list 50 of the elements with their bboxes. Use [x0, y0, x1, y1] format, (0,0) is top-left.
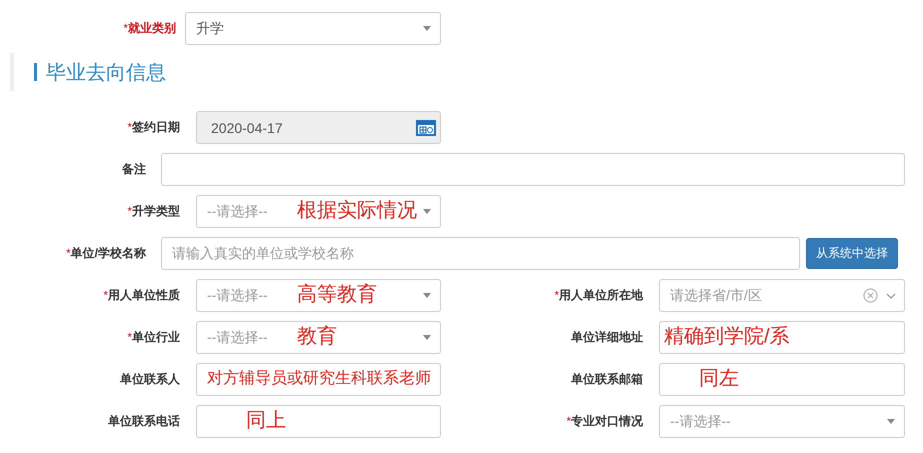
field-label: *就业类别 — [123, 20, 176, 37]
field-label: 单位联系电话 — [108, 413, 180, 430]
select-field[interactable]: --请选择-- — [659, 405, 905, 438]
field-label: *用人单位所在地 — [554, 287, 643, 304]
input-field[interactable]: 同上 — [196, 405, 441, 438]
caret-icon — [423, 293, 431, 298]
input-field[interactable]: 精确到学院/系 — [659, 321, 905, 354]
annotation-text: 根据实际情况 — [297, 200, 417, 222]
clear-icon — [863, 288, 878, 303]
select-field[interactable]: 升学 — [185, 12, 441, 45]
field-label: 单位详细地址 — [571, 329, 643, 346]
input-field[interactable] — [161, 153, 905, 186]
select-value: 升学 — [196, 20, 224, 38]
caret-icon — [423, 335, 431, 340]
annotation-text: 教育 — [297, 326, 337, 348]
section-title: 毕业去向信息 — [46, 60, 166, 86]
annotation-text: 精确到学院/系 — [664, 326, 790, 348]
select-field[interactable]: --请选择-- 根据实际情况 — [196, 195, 441, 228]
annotation-text: 同左 — [699, 368, 739, 390]
select-placeholder: --请选择-- — [207, 328, 268, 346]
field-label: 单位联系人 — [120, 371, 180, 388]
field-label: *单位/学校名称 — [66, 245, 146, 262]
field-label: *单位行业 — [127, 329, 180, 346]
select-field[interactable]: --请选择-- 高等教育 — [196, 279, 441, 312]
input-placeholder: 请输入真实的单位或学校名称 — [172, 244, 354, 262]
caret-icon — [423, 26, 431, 31]
field-label: *用人单位性质 — [103, 287, 180, 304]
select-from-system-button[interactable]: 从系统中选择 — [806, 238, 898, 269]
calendar-icon — [416, 120, 436, 136]
input-field[interactable]: 请输入真实的单位或学校名称 — [161, 237, 800, 270]
input-field[interactable]: 同左 — [659, 363, 905, 396]
annotation-text: 高等教育 — [297, 284, 377, 306]
input-field[interactable]: 对方辅导员或研究生科联系老师 — [196, 363, 441, 396]
region-select-field[interactable]: 请选择省/市/区 — [659, 279, 905, 312]
select-placeholder: --请选择-- — [207, 286, 268, 304]
field-label: *签约日期 — [127, 119, 180, 136]
field-label: 备注 — [122, 161, 146, 178]
select-placeholder: --请选择-- — [670, 412, 731, 430]
annotation-text: 同上 — [246, 410, 286, 432]
field-label: *升学类型 — [127, 203, 180, 220]
caret-icon — [887, 419, 895, 424]
caret-icon — [423, 209, 431, 214]
select-placeholder: --请选择-- — [207, 202, 268, 220]
select-field[interactable]: --请选择-- 教育 — [196, 321, 441, 354]
date-value: 2020-04-17 — [211, 120, 283, 136]
cascader-placeholder: 请选择省/市/区 — [670, 286, 762, 304]
annotation-text: 对方辅导员或研究生科联系老师 — [207, 370, 431, 388]
field-label: 单位联系邮箱 — [571, 371, 643, 388]
chevron-icon — [886, 293, 896, 299]
field-label: *专业对口情况 — [566, 413, 643, 430]
